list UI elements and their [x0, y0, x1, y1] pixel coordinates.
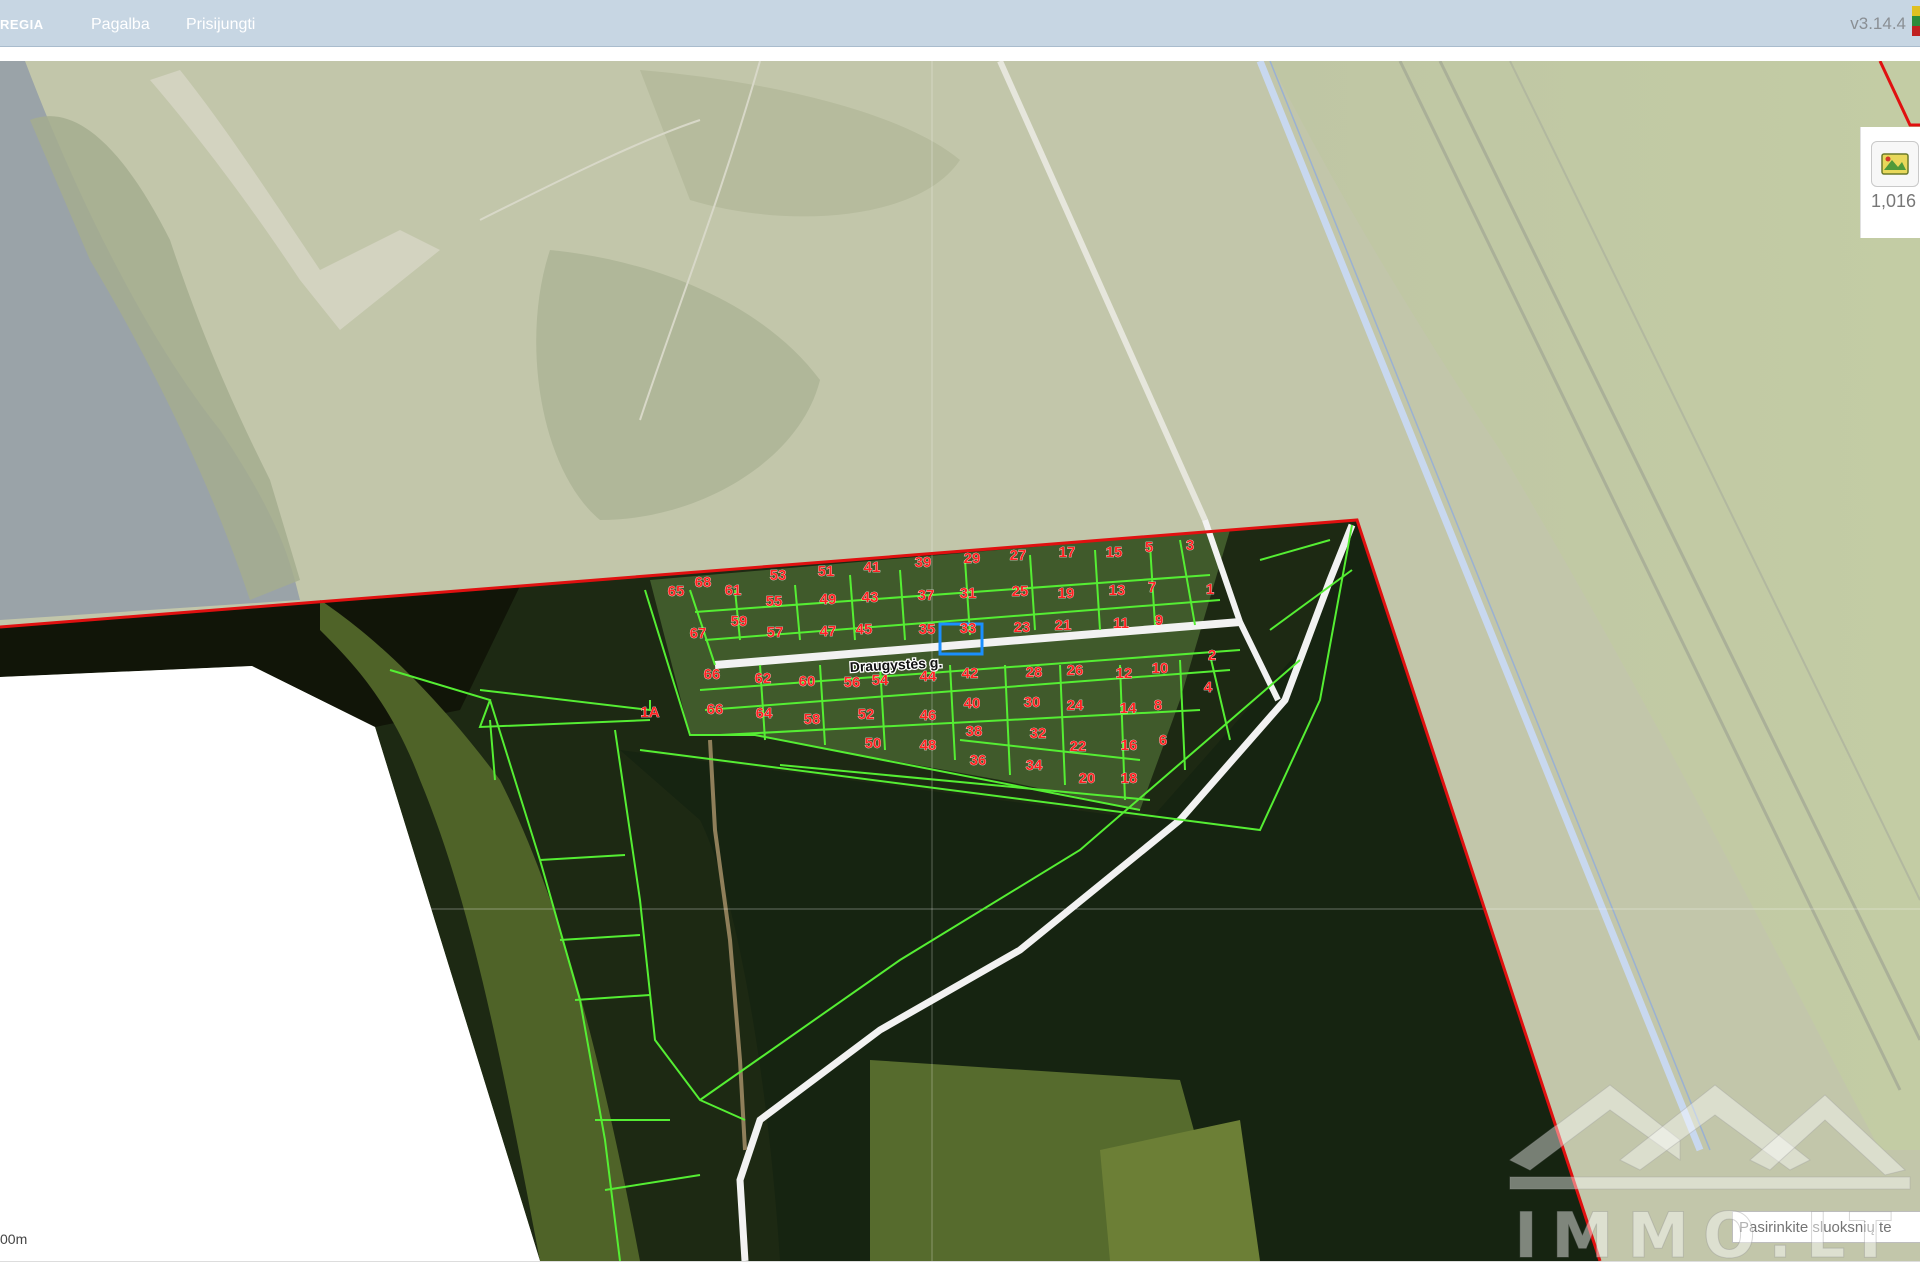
parcel-number-label[interactable]: 36 [969, 752, 987, 770]
parcel-number-label[interactable]: 33 [959, 620, 977, 638]
parcel-number-label[interactable]: 32 [1029, 725, 1047, 743]
parcel-number-label[interactable]: 4 [1204, 679, 1214, 697]
map-canvas[interactable]: 68 53 51 41 39 29 27 17 15 5 365 6155 49 43 37 31 25 19 13… [0, 61, 1920, 1261]
parcel-number-label[interactable]: 5 [1145, 539, 1154, 557]
parcel-number-label[interactable]: 65 [667, 583, 685, 601]
parcel-number-label[interactable]: 9 [1155, 612, 1164, 630]
parcel-number-label[interactable]: 27 [1009, 547, 1027, 565]
parcel-number-label[interactable]: 55 [765, 593, 783, 611]
parcel-number-label[interactable]: 47 [819, 623, 837, 641]
parcel-number-label[interactable]: 52 [857, 706, 875, 724]
parcel-number-label[interactable]: 7 [1148, 579, 1157, 597]
status-bar [0, 1261, 1920, 1281]
parcel-number-label[interactable]: 3 [1186, 537, 1195, 555]
parcel-number-label[interactable]: 59 [730, 613, 748, 631]
parcel-number-label[interactable]: 35 [918, 621, 936, 639]
app-brand: REGIA [0, 17, 44, 32]
parcel-number-label[interactable]: 15 [1105, 544, 1123, 562]
top-navigation-bar: REGIA Pagalba Prisijungti v3.14.4 [0, 0, 1920, 47]
parcel-number-label[interactable]: 53 [769, 567, 787, 585]
layers-icon [1881, 153, 1909, 175]
parcel-number-label[interactable]: 51 [817, 563, 835, 581]
parcel-number-label[interactable]: 21 [1054, 617, 1072, 635]
parcel-number-label[interactable]: 64 [755, 705, 773, 723]
parcel-number-label[interactable]: 12 [1115, 665, 1133, 683]
parcel-number-label[interactable]: 25 [1011, 583, 1029, 601]
parcel-number-label[interactable]: 34 [1025, 757, 1043, 775]
parcel-number-label[interactable]: 24 [1066, 697, 1084, 715]
parcel-number-label[interactable]: 58 [803, 711, 821, 729]
layers-button[interactable] [1871, 141, 1919, 187]
parcel-number-label[interactable]: 28 [1025, 664, 1043, 682]
parcel-number-label[interactable]: 14 [1119, 700, 1137, 718]
parcel-number-label[interactable]: 66 [703, 666, 721, 684]
parcel-number-label[interactable]: 26 [1066, 662, 1084, 680]
layer-search-input[interactable] [1732, 1211, 1920, 1243]
parcel-number-label[interactable]: 43 [861, 589, 879, 607]
parcel-number-label[interactable]: 16 [1120, 737, 1138, 755]
parcel-number-label[interactable]: 13 [1108, 582, 1126, 600]
parcel-number-label[interactable]: 29 [963, 550, 981, 568]
parcel-number-label[interactable]: 19 [1057, 585, 1075, 603]
parcel-number-label[interactable]: 41 [863, 559, 881, 577]
parcel-number-label[interactable]: 18 [1120, 770, 1138, 788]
parcel-number-label[interactable]: 22 [1069, 738, 1087, 756]
parcel-number-label[interactable]: 1A [640, 704, 660, 722]
scale-bar-label: 00m [0, 1231, 28, 1247]
parcel-number-label[interactable]: 68 [694, 574, 712, 592]
parcel-number-label[interactable]: 20 [1078, 770, 1096, 788]
parcel-number-label[interactable]: 1 [1206, 581, 1215, 599]
menu-help[interactable]: Pagalba [91, 16, 150, 34]
app-version: v3.14.4 [1850, 14, 1906, 33]
parcel-number-label[interactable]: 60 [798, 673, 816, 691]
parcel-number-label[interactable]: 67 [689, 625, 707, 643]
language-flag-icon[interactable] [1912, 6, 1920, 36]
parcel-number-label[interactable]: 2 [1208, 647, 1217, 665]
parcel-number-label[interactable]: 49 [819, 591, 837, 609]
parcel-number-label[interactable]: 50 [864, 735, 882, 753]
menu-login[interactable]: Prisijungti [186, 16, 255, 34]
parcel-number-label[interactable]: 17 [1058, 544, 1076, 562]
parcel-number-label[interactable]: 38 [965, 723, 983, 741]
map-viewport[interactable]: 68 53 51 41 39 29 27 17 15 5 3 65 61 55 49 43 37 31 25 19 13… [0, 61, 1920, 1261]
toolbar-strip [0, 47, 1920, 61]
parcel-number-label[interactable]: 45 [855, 621, 873, 639]
parcel-number-label[interactable]: 39 [914, 554, 932, 572]
parcel-number-label[interactable]: 10 [1151, 660, 1169, 678]
parcel-number-label[interactable]: 31 [959, 585, 977, 603]
layer-count-label: 1,016 [1871, 191, 1917, 211]
parcel-number-label[interactable]: 62 [754, 670, 772, 688]
parcel-number-label[interactable]: 8 [1154, 697, 1163, 715]
parcel-number-label[interactable]: 56 [843, 674, 861, 692]
parcel-number-label[interactable]: 30 [1023, 694, 1041, 712]
parcel-number-label[interactable]: 61 [724, 582, 742, 600]
parcel-number-label[interactable]: 57 [766, 624, 784, 642]
parcel-number-label[interactable]: 37 [917, 587, 935, 605]
layer-panel: 1,016 [1860, 127, 1920, 238]
parcel-number-label[interactable]: 40 [963, 695, 981, 713]
parcel-number-label[interactable]: 42 [961, 665, 979, 683]
parcel-number-label[interactable]: 23 [1013, 619, 1031, 637]
parcel-number-label[interactable]: 11 [1113, 615, 1129, 633]
parcel-number-label[interactable]: 48 [919, 737, 937, 755]
parcel-number-label[interactable]: 6 [1159, 732, 1168, 750]
parcel-number-label[interactable]: 46 [919, 707, 937, 725]
parcel-number-label[interactable]: 66 [706, 701, 724, 719]
parcel-number-label[interactable]: 54 [871, 672, 889, 690]
